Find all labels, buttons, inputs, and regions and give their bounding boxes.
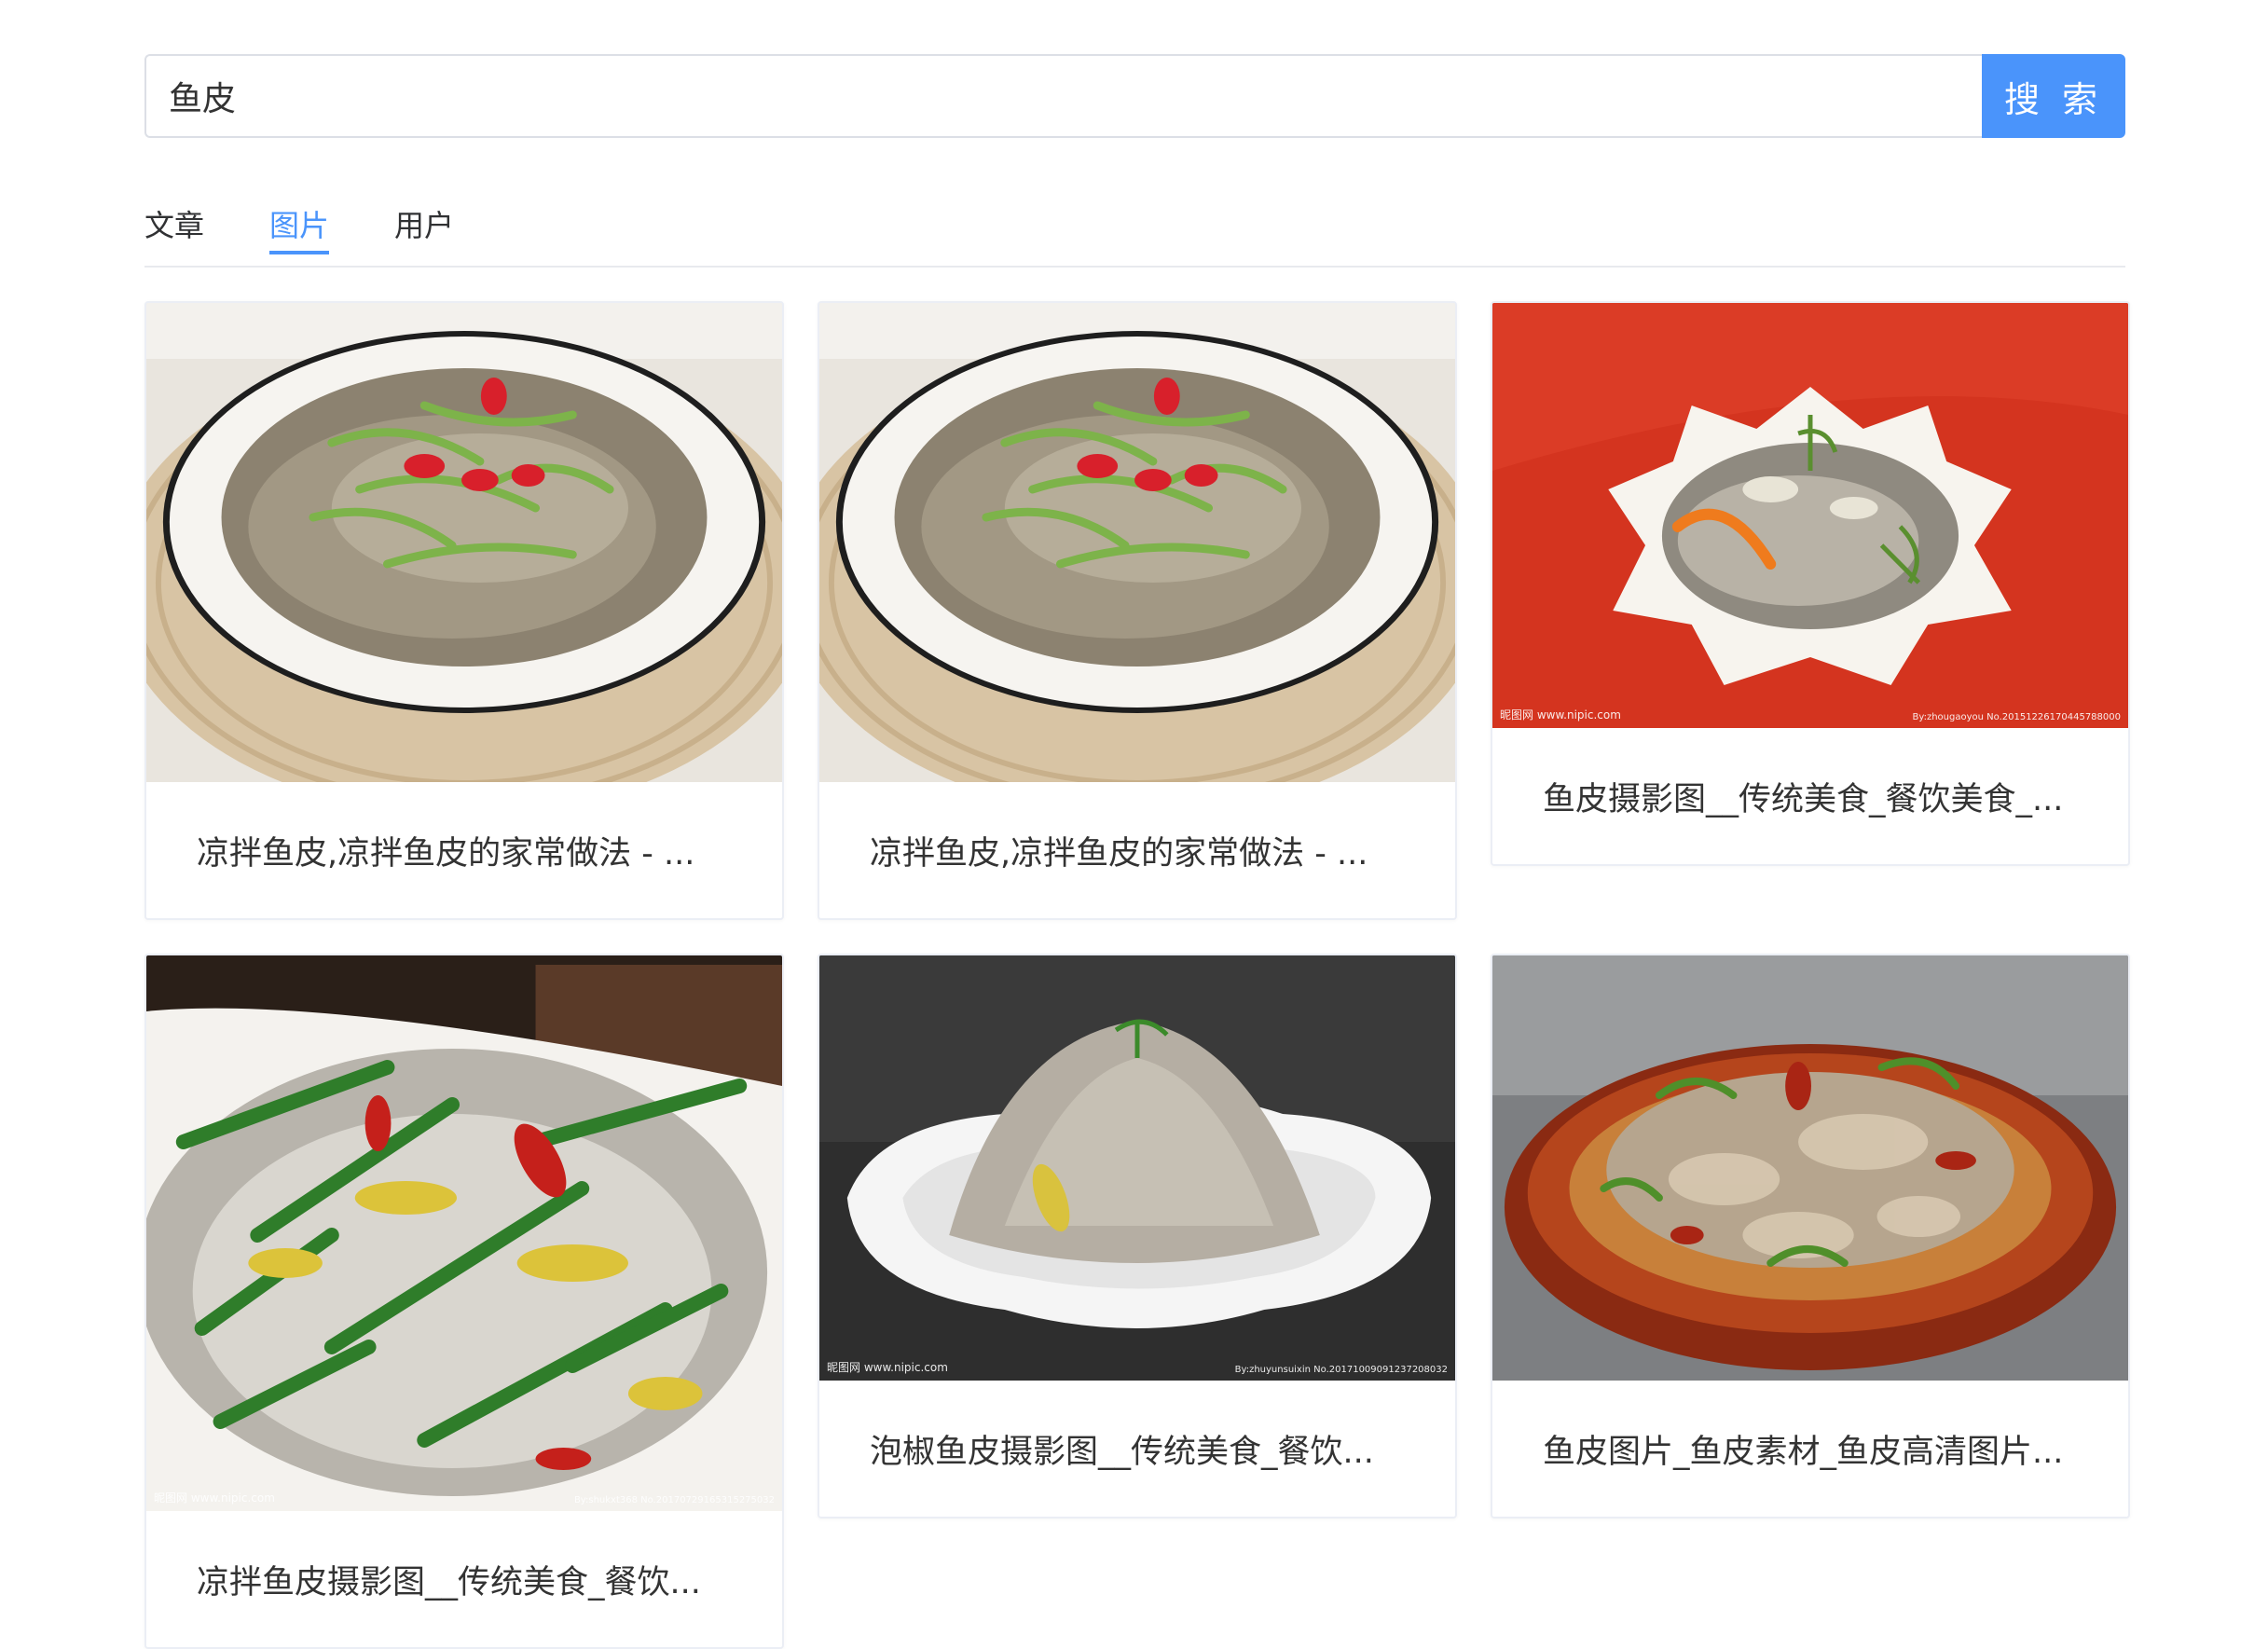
watermark-left: 昵图网 www.nipic.com <box>1500 708 1621 721</box>
result-image[interactable]: 昵图网 www.nipic.com By:shukxt368 No.201707… <box>146 955 782 1511</box>
watermark-right: By:shukxt368 No.20170729165315275032 <box>573 1495 775 1505</box>
result-title[interactable]: 凉拌鱼皮,凉拌鱼皮的家常做法 - ... <box>146 782 782 918</box>
result-title[interactable]: 凉拌鱼皮,凉拌鱼皮的家常做法 - ... <box>819 782 1455 918</box>
image-result-card[interactable]: 凉拌鱼皮,凉拌鱼皮的家常做法 - ... <box>144 301 784 920</box>
result-title[interactable]: 凉拌鱼皮摄影图__传统美食_餐饮... <box>146 1511 782 1647</box>
tab-articles[interactable]: 文章 <box>144 191 204 253</box>
image-result-card[interactable]: 凉拌鱼皮,凉拌鱼皮的家常做法 - ... <box>818 301 1457 920</box>
tab-users[interactable]: 用户 <box>394 191 454 253</box>
tab-images[interactable]: 图片 <box>269 191 330 254</box>
image-result-card[interactable]: 昵图网 www.nipic.com By:zhougaoyou No.20151… <box>1491 301 2130 866</box>
result-image[interactable]: 昵图网 www.nipic.com By:zhuyunsuixin No.201… <box>819 955 1455 1381</box>
result-tabs: 文章 图片 用户 <box>144 191 2125 268</box>
image-result-card[interactable]: 鱼皮图片_鱼皮素材_鱼皮高清图片... <box>1491 954 2130 1518</box>
search-input[interactable] <box>144 54 1982 138</box>
result-image[interactable] <box>146 303 782 782</box>
watermark-left: 昵图网 www.nipic.com <box>154 1491 275 1505</box>
result-title[interactable]: 鱼皮图片_鱼皮素材_鱼皮高清图片... <box>1492 1381 2128 1517</box>
watermark-right: By:zhuyunsuixin No.20171009091237208032 <box>1234 1365 1448 1375</box>
watermark-left: 昵图网 www.nipic.com <box>827 1361 948 1374</box>
search-bar: 搜 索 <box>144 54 2125 138</box>
result-image[interactable] <box>1492 955 2128 1381</box>
image-result-card[interactable]: 昵图网 www.nipic.com By:shukxt368 No.201707… <box>144 954 784 1649</box>
result-title[interactable]: 泡椒鱼皮摄影图__传统美食_餐饮... <box>819 1381 1455 1517</box>
image-result-card[interactable]: 昵图网 www.nipic.com By:zhuyunsuixin No.201… <box>818 954 1457 1518</box>
search-button[interactable]: 搜 索 <box>1982 54 2125 138</box>
result-image[interactable] <box>819 303 1455 782</box>
watermark-right: By:zhougaoyou No.20151226170445788000 <box>1912 712 2121 722</box>
result-image[interactable]: 昵图网 www.nipic.com By:zhougaoyou No.20151… <box>1492 303 2128 728</box>
result-title[interactable]: 鱼皮摄影图__传统美食_餐饮美食_... <box>1492 728 2128 864</box>
